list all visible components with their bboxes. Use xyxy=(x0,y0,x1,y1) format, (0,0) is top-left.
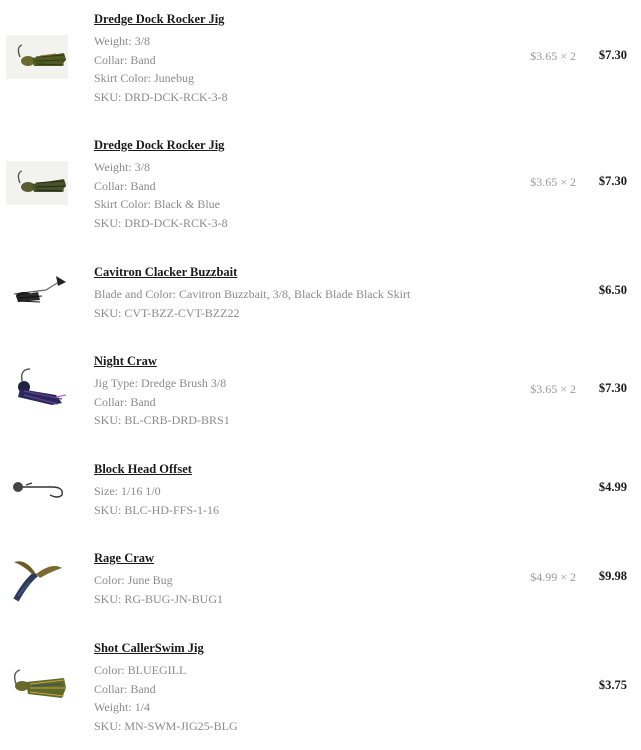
attribute-skirt-color: Skirt Color: Black & Blue xyxy=(94,197,220,211)
item-info: Block Head Offset Size: 1/16 1/0 SKU: BL… xyxy=(94,461,219,519)
attribute-color: Color: June Bug xyxy=(94,573,173,587)
line-total: $3.75 xyxy=(598,678,627,692)
line-total: $9.98 xyxy=(598,569,627,583)
item-attributes: Color: BLUEGILL Collar: Band Weight: 1/4… xyxy=(94,661,238,735)
item-attributes: Size: 1/16 1/0 SKU: BLC-HD-FFS-1-16 xyxy=(94,482,219,519)
attribute-sku: SKU: RG-BUG-JN-BUG1 xyxy=(94,591,224,606)
item-attributes: Jig Type: Dredge Brush 3/8 Collar: Band … xyxy=(94,374,230,430)
attribute-collar: Collar: Band xyxy=(94,52,156,67)
attribute-skirt-color: Skirt Color: Junebug xyxy=(94,71,195,85)
item-attributes: Weight: 3/8 Collar: Band Skirt Color: Bl… xyxy=(94,158,228,232)
attribute-size: Size: 1/16 1/0 xyxy=(94,484,161,498)
jig-black-blue-image xyxy=(6,161,68,205)
item-attributes: Color: June Bug SKU: RG-BUG-JN-BUG1 xyxy=(94,571,223,608)
attribute-sku: SKU: DRD-DCK-RCK-3-8 xyxy=(94,89,228,104)
rage-craw-image xyxy=(6,552,68,604)
attribute-color: Color: BLUEGILL xyxy=(94,663,187,677)
attribute-collar: Collar: Band xyxy=(94,681,156,696)
attribute-sku: SKU: BL-CRB-DRD-BRS1 xyxy=(94,413,230,427)
attribute-collar: Collar: Band xyxy=(94,178,156,193)
product-name-link[interactable]: Rage Craw xyxy=(94,550,223,566)
item-info: Rage Craw Color: June Bug SKU: RG-BUG-JN… xyxy=(94,550,223,608)
unit-price-quantity: $3.65 × 2 xyxy=(530,49,576,63)
attribute-jig-type: Jig Type: Dredge Brush 3/8 xyxy=(94,376,227,390)
item-info: Dredge Dock Rocker Jig Weight: 3/8 Colla… xyxy=(94,137,228,232)
line-total: $4.99 xyxy=(598,480,627,494)
line-total: $7.30 xyxy=(598,381,627,395)
line-total: $7.30 xyxy=(598,174,627,188)
item-info: Cavitron Clacker Buzzbait Blade and Colo… xyxy=(94,264,410,322)
attribute-weight: Weight: 3/8 xyxy=(94,34,151,48)
item-attributes: Weight: 3/8 Collar: Band Skirt Color: Ju… xyxy=(94,32,228,106)
attribute-weight: Weight: 1/4 xyxy=(94,700,151,714)
line-total: $7.30 xyxy=(598,48,627,62)
attribute-collar: Collar: Band xyxy=(94,394,156,409)
unit-price-quantity: $3.65 × 2 xyxy=(530,175,576,189)
unit-price-quantity: $3.65 × 2 xyxy=(530,382,576,396)
product-name-link[interactable]: Dredge Dock Rocker Jig xyxy=(94,11,228,27)
product-name-link[interactable]: Cavitron Clacker Buzzbait xyxy=(94,264,410,280)
product-name-link[interactable]: Shot CallerSwim Jig xyxy=(94,640,238,656)
item-info: Shot CallerSwim Jig Color: BLUEGILL Coll… xyxy=(94,640,238,735)
swim-jig-image xyxy=(6,664,68,708)
item-info: Night Craw Jig Type: Dredge Brush 3/8 Co… xyxy=(94,353,230,430)
buzzbait-image xyxy=(6,270,68,314)
product-name-link[interactable]: Block Head Offset xyxy=(94,461,219,477)
item-attributes: Blade and Color: Cavitron Buzzbait, 3/8,… xyxy=(94,285,410,322)
night-craw-jig-image xyxy=(6,365,68,409)
attribute-sku: SKU: MN-SWM-JIG25-BLG xyxy=(94,718,238,733)
jig-junebug-image xyxy=(6,35,68,79)
item-info: Dredge Dock Rocker Jig Weight: 3/8 Colla… xyxy=(94,11,228,106)
unit-price-quantity: $4.99 × 2 xyxy=(530,570,576,584)
attribute-weight: Weight: 3/8 xyxy=(94,160,151,174)
attribute-sku: SKU: DRD-DCK-RCK-3-8 xyxy=(94,215,228,230)
attribute-sku: SKU: BLC-HD-FFS-1-16 xyxy=(94,502,220,517)
line-total: $6.50 xyxy=(598,283,627,297)
attribute-blade-and-color: Blade and Color: Cavitron Buzzbait, 3/8,… xyxy=(94,287,411,301)
offset-hook-image xyxy=(6,465,68,509)
attribute-sku: SKU: CVT-BZZ-CVT-BZZ22 xyxy=(94,305,240,320)
product-name-link[interactable]: Night Craw xyxy=(94,353,230,369)
product-name-link[interactable]: Dredge Dock Rocker Jig xyxy=(94,137,228,153)
